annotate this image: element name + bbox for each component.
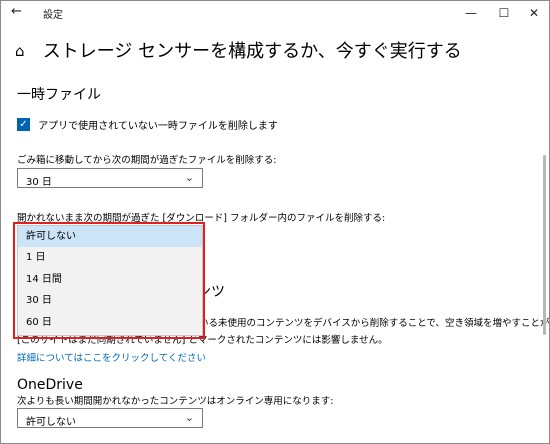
onedrive-heading: OneDrive xyxy=(17,377,83,393)
minimize-button[interactable]: — xyxy=(456,3,486,23)
onedrive-label: 次よりも長い期間開かれなかったコンテンツはオンライン専用になります: xyxy=(17,396,334,407)
recycle-bin-select[interactable]: 30 日 ⌄ xyxy=(17,168,203,188)
recycle-bin-value: 30 日 xyxy=(26,177,52,188)
page-title-text: ストレージ センサーを構成するか、今すぐ実行する xyxy=(42,41,462,62)
vertical-scrollbar[interactable] xyxy=(543,155,546,335)
delete-temp-files-option[interactable]: ✓ アプリで使用されていない一時ファイルを削除します xyxy=(17,117,278,132)
title-bar: ← 設定 — ☐ ✕ xyxy=(1,1,549,25)
recycle-bin-label: ごみ箱に移動してから次の期間が過ぎたファイルを削除する: xyxy=(17,155,277,166)
downloads-dropdown-list[interactable]: 許可しない 1 日 14 日間 30 日 60 日 xyxy=(17,225,203,336)
dropdown-option-never[interactable]: 許可しない xyxy=(18,226,202,248)
learn-more-link[interactable]: 詳細についてはここをクリックしてください xyxy=(17,350,206,364)
maximize-button[interactable]: ☐ xyxy=(489,3,519,23)
settings-window: ← 設定 — ☐ ✕ ⌂ ストレージ センサーを構成するか、今すぐ実行する 一時… xyxy=(0,0,550,444)
back-arrow-icon[interactable]: ← xyxy=(11,4,22,19)
home-icon[interactable]: ⌂ xyxy=(15,42,37,60)
dropdown-option-60-days[interactable]: 60 日 xyxy=(18,312,202,333)
close-button[interactable]: ✕ xyxy=(519,3,549,23)
dropdown-option-14-days[interactable]: 14 日間 xyxy=(18,269,202,290)
dropdown-option-30-days[interactable]: 30 日 xyxy=(18,290,202,311)
onedrive-value: 許可しない xyxy=(26,417,76,428)
chevron-down-icon: ⌄ xyxy=(184,171,194,184)
window-title: 設定 xyxy=(43,10,63,21)
onedrive-select[interactable]: 許可しない ⌄ xyxy=(17,408,203,428)
local-content-desc-line1: いる未使用のコンテンツをデバイスから削除することで、空き領域を増やすことができま… xyxy=(199,318,549,329)
page-title: ⌂ ストレージ センサーを構成するか、今すぐ実行する xyxy=(15,37,462,63)
checkbox-checked-icon[interactable]: ✓ xyxy=(17,118,30,131)
delete-temp-files-label: アプリで使用されていない一時ファイルを削除します xyxy=(38,121,278,132)
chevron-down-icon: ⌄ xyxy=(184,411,194,424)
dropdown-option-1-day[interactable]: 1 日 xyxy=(18,247,202,268)
temp-files-heading: 一時ファイル xyxy=(17,87,101,103)
downloads-label: 開かれないまま次の期間が過ぎた [ダウンロード] フォルダー内のファイルを削除す… xyxy=(17,213,386,224)
